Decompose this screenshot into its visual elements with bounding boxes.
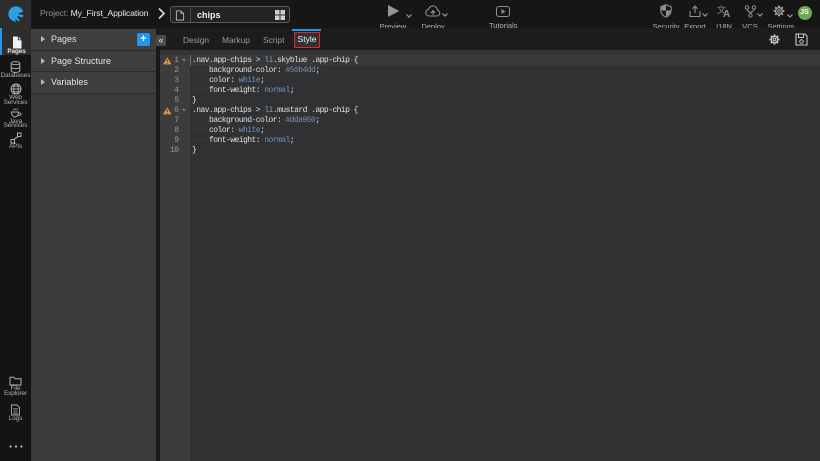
svg-text:A: A — [723, 9, 730, 18]
